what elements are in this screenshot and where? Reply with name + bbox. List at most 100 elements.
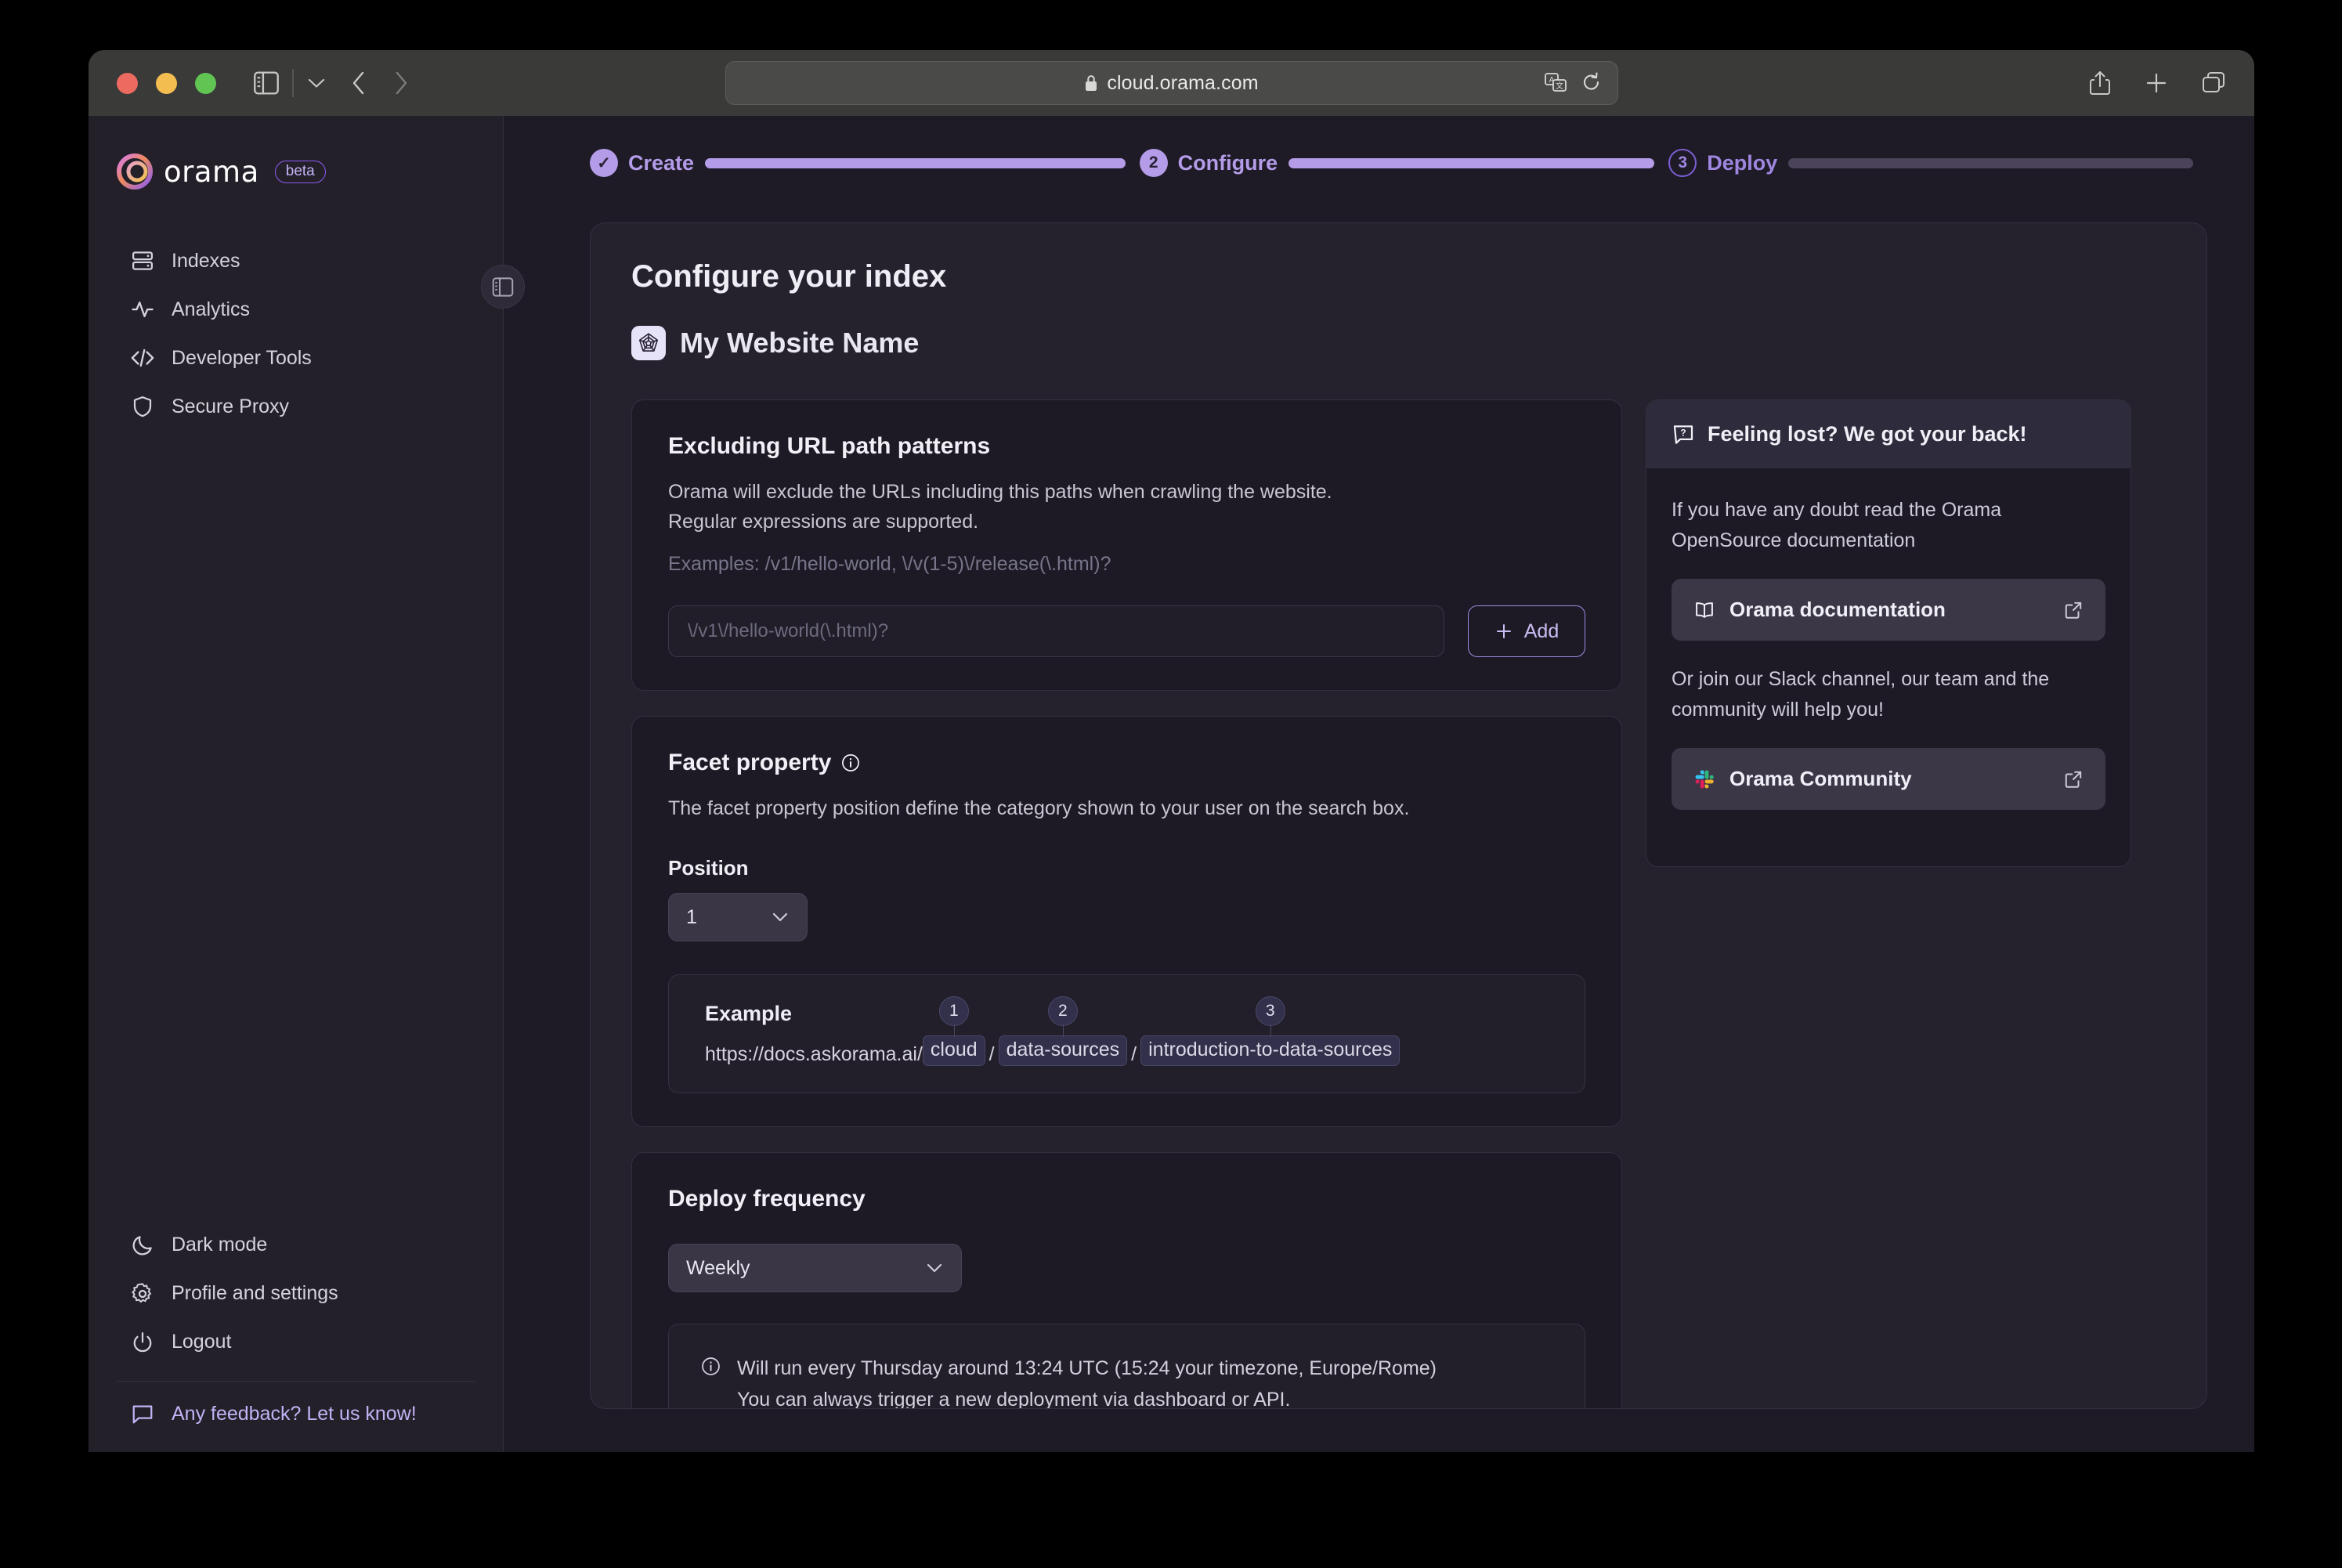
settings-column: Excluding URL path patterns Orama will e… — [631, 399, 1622, 1409]
url-slash: / — [1131, 1043, 1137, 1065]
info-icon — [700, 1356, 721, 1408]
configure-panel: Configure your index My Website Name Exc… — [590, 222, 2207, 1409]
url-segment-stem — [1062, 1024, 1064, 1037]
code-icon — [131, 346, 154, 370]
plus-icon[interactable] — [2145, 71, 2168, 95]
url-segment-text: data-sources — [998, 1035, 1128, 1066]
sidebar-toggle-icon[interactable] — [253, 71, 280, 95]
book-icon — [1693, 599, 1715, 621]
sidebar: orama beta Indexes Analytics Developer T… — [89, 116, 525, 1453]
url-segment-stem — [1270, 1024, 1272, 1037]
step-progress-bar — [1288, 157, 1655, 168]
sidebar-item-label: Any feedback? Let us know! — [172, 1402, 417, 1425]
deploy-info-line-2: You can always trigger a new deployment … — [737, 1389, 1291, 1409]
sidebar-item-label: Indexes — [172, 249, 240, 272]
url-segment-stem — [953, 1024, 956, 1037]
step-label: Deploy — [1707, 150, 1778, 175]
sidebar-item-label: Profile and settings — [172, 1282, 338, 1304]
exclude-url-card: Excluding URL path patterns Orama will e… — [631, 399, 1622, 691]
example-url-box: Example https://docs.askorama.ai/ 1 clou… — [668, 974, 1585, 1093]
url-segment: 1 cloud — [922, 996, 985, 1066]
help-panel-header: ? Feeling lost? We got your back! — [1646, 400, 2131, 468]
add-button[interactable]: Add — [1468, 605, 1585, 657]
brand-logo: orama beta — [89, 154, 503, 190]
deploy-heading: Deploy frequency — [668, 1186, 866, 1212]
maximize-window-button[interactable] — [195, 72, 216, 94]
chevron-down-icon[interactable] — [306, 76, 327, 90]
deploy-frequency-card: Deploy frequency Weekly Will run every T… — [631, 1152, 1622, 1409]
translate-icon[interactable]: A文 — [1544, 72, 1567, 94]
tab-overview-icon[interactable] — [2201, 71, 2226, 95]
sidebar-item-dark-mode[interactable]: Dark mode — [103, 1221, 489, 1270]
window-controls[interactable] — [117, 72, 216, 94]
url-segment-number: 2 — [1047, 996, 1078, 1026]
example-url-base: https://docs.askorama.ai/ — [705, 1043, 923, 1065]
sidebar-nav: Indexes Analytics Developer Tools Secure… — [89, 237, 503, 431]
info-icon[interactable] — [840, 753, 861, 773]
sidebar-item-secure-proxy[interactable]: Secure Proxy — [103, 382, 489, 431]
sidebar-item-logout[interactable]: Logout — [103, 1318, 489, 1367]
position-select[interactable]: 1 — [668, 893, 808, 941]
app-root: orama beta Indexes Analytics Developer T… — [89, 116, 2254, 1452]
brand-name: orama — [164, 154, 259, 189]
orama-documentation-label: Orama documentation — [1729, 598, 1946, 621]
gear-icon — [131, 1282, 154, 1306]
browser-toolbar: cloud.orama.com A文 — [89, 50, 2254, 116]
sidebar-item-developer-tools[interactable]: Developer Tools — [103, 334, 489, 382]
database-icon — [131, 249, 154, 273]
deploy-frequency-value: Weekly — [686, 1256, 750, 1279]
close-window-button[interactable] — [117, 72, 138, 94]
share-icon[interactable] — [2088, 70, 2112, 96]
site-name: My Website Name — [680, 327, 920, 359]
url-segment-text: introduction-to-data-sources — [1140, 1035, 1401, 1066]
slack-icon — [1693, 768, 1715, 790]
shield-icon — [131, 395, 154, 418]
orama-documentation-link[interactable]: Orama documentation — [1672, 579, 2105, 641]
step-badge: 3 — [1668, 149, 1697, 177]
deploy-frequency-select[interactable]: Weekly — [668, 1244, 962, 1292]
step-deploy[interactable]: 3 Deploy — [1668, 149, 1777, 177]
exclude-url-desc-1: Orama will exclude the URLs including th… — [668, 481, 1332, 503]
sidebar-item-label: Logout — [172, 1331, 232, 1353]
example-label: Example — [705, 1002, 793, 1025]
minimize-window-button[interactable] — [156, 72, 177, 94]
exclude-url-desc-2: Regular expressions are supported. — [668, 511, 979, 533]
url-segment-text: cloud — [922, 1035, 985, 1066]
step-progress-bar — [705, 157, 1126, 168]
beta-badge: beta — [274, 160, 326, 183]
reload-icon[interactable] — [1581, 72, 1602, 94]
message-icon — [131, 1402, 154, 1425]
sidebar-item-profile-settings[interactable]: Profile and settings — [103, 1270, 489, 1318]
sidebar-bottom-nav: Dark mode Profile and settings Logout An… — [89, 1221, 503, 1453]
page-title: Configure your index — [631, 259, 947, 294]
address-bar[interactable]: cloud.orama.com A文 — [725, 61, 1618, 105]
sidebar-item-feedback[interactable]: Any feedback? Let us know! — [103, 1389, 489, 1438]
sidebar-item-indexes[interactable]: Indexes — [103, 237, 489, 285]
exclude-url-input[interactable] — [668, 605, 1444, 657]
spider-web-icon — [631, 326, 666, 360]
facet-property-card: Facet property The facet property positi… — [631, 716, 1622, 1127]
facet-heading: Facet property — [668, 750, 1585, 776]
question-message-icon: ? — [1672, 423, 1695, 446]
orama-community-link[interactable]: Orama Community — [1672, 748, 2105, 810]
lock-icon — [1084, 74, 1098, 92]
exclude-url-examples: Examples: /v1/hello-world, \/v(1-5)\/rel… — [668, 553, 1111, 575]
url-slash: / — [988, 1043, 995, 1065]
step-badge: ✓ — [590, 149, 618, 177]
url-segment-number: 1 — [938, 996, 969, 1026]
orama-logo-icon — [117, 154, 153, 190]
chevron-left-icon[interactable] — [350, 70, 367, 96]
sidebar-item-analytics[interactable]: Analytics — [103, 285, 489, 334]
svg-text:文: 文 — [1556, 81, 1563, 91]
step-configure[interactable]: 2 Configure — [1139, 149, 1278, 177]
chevron-right-icon[interactable] — [392, 70, 410, 96]
deploy-info-box: Will run every Thursday around 13:24 UTC… — [668, 1324, 1585, 1409]
step-progress-bar — [1788, 157, 2194, 168]
main-content: ✓ Create 2 Configure 3 Deploy Configure … — [504, 116, 2254, 1452]
sidebar-collapse-button[interactable] — [481, 265, 525, 309]
position-label: Position — [668, 856, 749, 880]
step-create[interactable]: ✓ Create — [590, 149, 694, 177]
plus-icon — [1494, 622, 1513, 641]
help-panel-title: Feeling lost? We got your back! — [1708, 422, 2027, 446]
step-label: Configure — [1177, 150, 1278, 175]
